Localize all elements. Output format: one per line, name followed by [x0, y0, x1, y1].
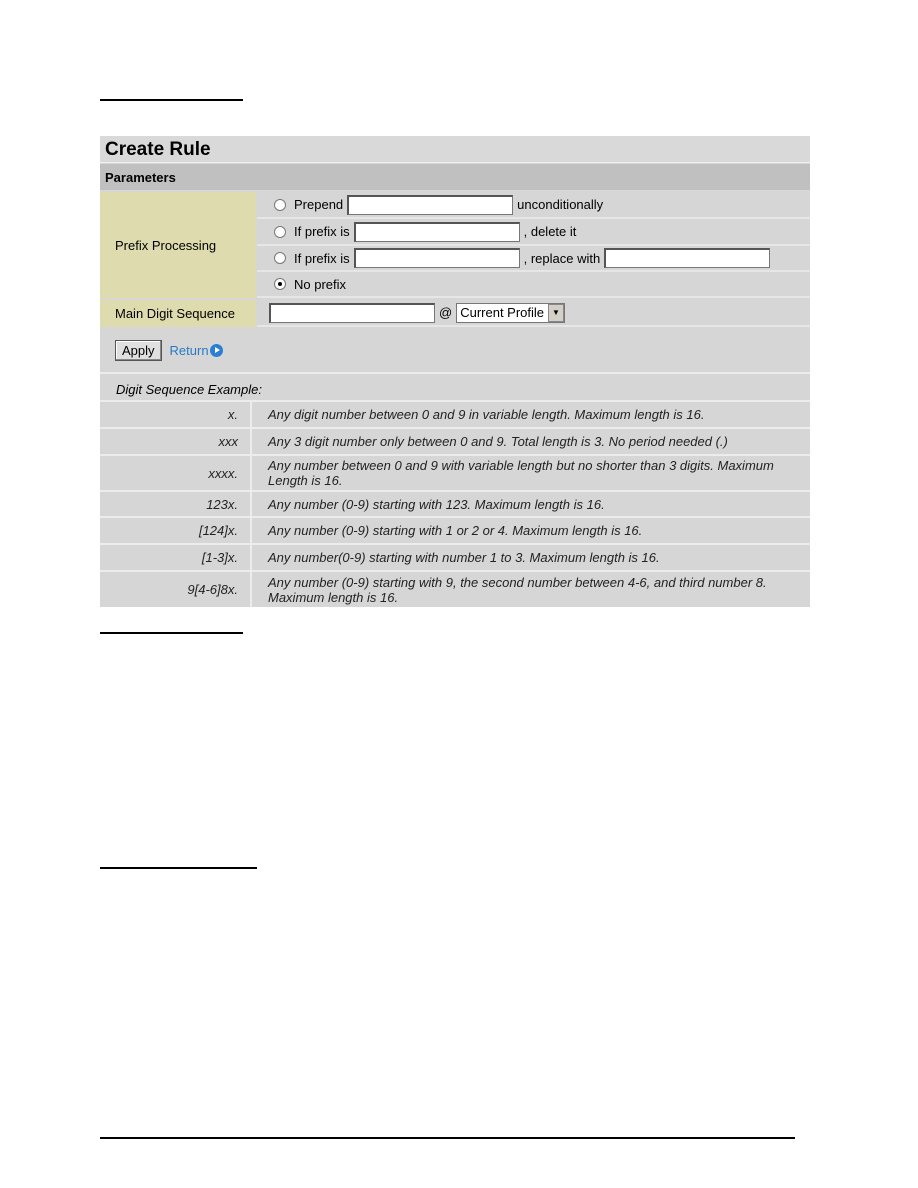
- radio-prepend[interactable]: [274, 198, 286, 211]
- example-pattern: x.: [100, 402, 252, 427]
- example-description: Any number (0-9) starting with 123. Maxi…: [268, 496, 605, 512]
- radio-no-prefix[interactable]: [274, 278, 286, 290]
- option-no-prefix[interactable]: No prefix: [257, 272, 810, 298]
- section-header: Parameters: [100, 164, 810, 190]
- example-pattern: [124]x.: [100, 518, 252, 543]
- return-label: Return: [169, 342, 209, 358]
- option-label: Prepend: [294, 197, 344, 212]
- option-label: No prefix: [294, 276, 347, 292]
- replace-prefix-input[interactable]: [353, 248, 520, 268]
- example-row: [1-3]x. Any number(0-9) starting with num…: [100, 545, 810, 572]
- example-pattern: 9[4-6]8x.: [100, 572, 252, 607]
- profile-select[interactable]: Current Profile ▼: [456, 302, 566, 323]
- heading-underline: [100, 867, 257, 869]
- example-row: 123x. Any number (0-9) starting with 123.…: [100, 492, 810, 518]
- heading-underline: [100, 99, 243, 101]
- option-label: If prefix is: [294, 224, 350, 239]
- replace-with-input[interactable]: [604, 248, 771, 268]
- example-description: Any number (0-9) starting with 1 or 2 or…: [268, 523, 643, 538]
- example-description: Any 3 digit number only between 0 and 9.…: [268, 434, 728, 449]
- example-row: xxx Any 3 digit number only between 0 and…: [100, 429, 810, 456]
- at-sign: @: [439, 305, 453, 320]
- example-description: Any number between 0 and 9 with variable…: [268, 458, 774, 488]
- option-delete[interactable]: If prefix is , delete it: [257, 219, 810, 246]
- example-pattern: [1-3]x.: [100, 545, 252, 570]
- prefix-processing-label: Prefix Processing: [100, 192, 256, 298]
- example-pattern: 123x.: [100, 492, 252, 516]
- examples-header: Digit Sequence Example:: [100, 376, 810, 402]
- option-suffix: unconditionally: [517, 197, 604, 212]
- main-digit-label: Main Digit Sequence: [100, 300, 256, 327]
- arrow-right-icon: [209, 343, 223, 357]
- example-row: x. Any digit number between 0 and 9 in va…: [100, 402, 810, 429]
- heading-underline: [100, 632, 243, 634]
- delete-prefix-input[interactable]: [353, 221, 520, 242]
- example-pattern: xxx: [100, 429, 252, 454]
- profile-value: Current Profile: [460, 305, 545, 320]
- main-digit-input[interactable]: [269, 302, 435, 323]
- radio-delete[interactable]: [274, 225, 286, 238]
- option-label: If prefix is: [294, 250, 350, 266]
- example-description: Any number(0-9) starting with number 1 t…: [268, 550, 660, 565]
- actions-row: Apply Return: [100, 328, 810, 374]
- create-rule-panel: Create Rule Parameters Prefix Processing…: [100, 136, 810, 607]
- option-suffix: , replace with: [523, 250, 601, 266]
- option-suffix: , delete it: [523, 224, 577, 239]
- return-link[interactable]: Return: [170, 343, 223, 358]
- example-description: Any digit number between 0 and 9 in vari…: [268, 407, 705, 422]
- chevron-down-icon[interactable]: ▼: [548, 303, 565, 322]
- prepend-input[interactable]: [347, 194, 514, 215]
- example-row: [124]x. Any number (0-9) starting with 1 …: [100, 518, 810, 545]
- example-row: xxxx. Any number between 0 and 9 with var…: [100, 456, 810, 492]
- footer-rule: [100, 1137, 795, 1139]
- example-description: Any number (0-9) starting with 9, the se…: [268, 574, 767, 605]
- example-row: 9[4-6]8x. Any number (0-9) starting with …: [100, 572, 810, 607]
- option-replace[interactable]: If prefix is , replace with: [257, 246, 810, 272]
- option-prepend[interactable]: Prepend unconditionally: [257, 192, 810, 219]
- main-digit-row: @ Current Profile ▼: [257, 300, 810, 327]
- page-title: Create Rule: [100, 136, 810, 163]
- radio-replace[interactable]: [274, 252, 286, 264]
- example-pattern: xxxx.: [100, 456, 252, 490]
- apply-button[interactable]: Apply: [115, 339, 162, 361]
